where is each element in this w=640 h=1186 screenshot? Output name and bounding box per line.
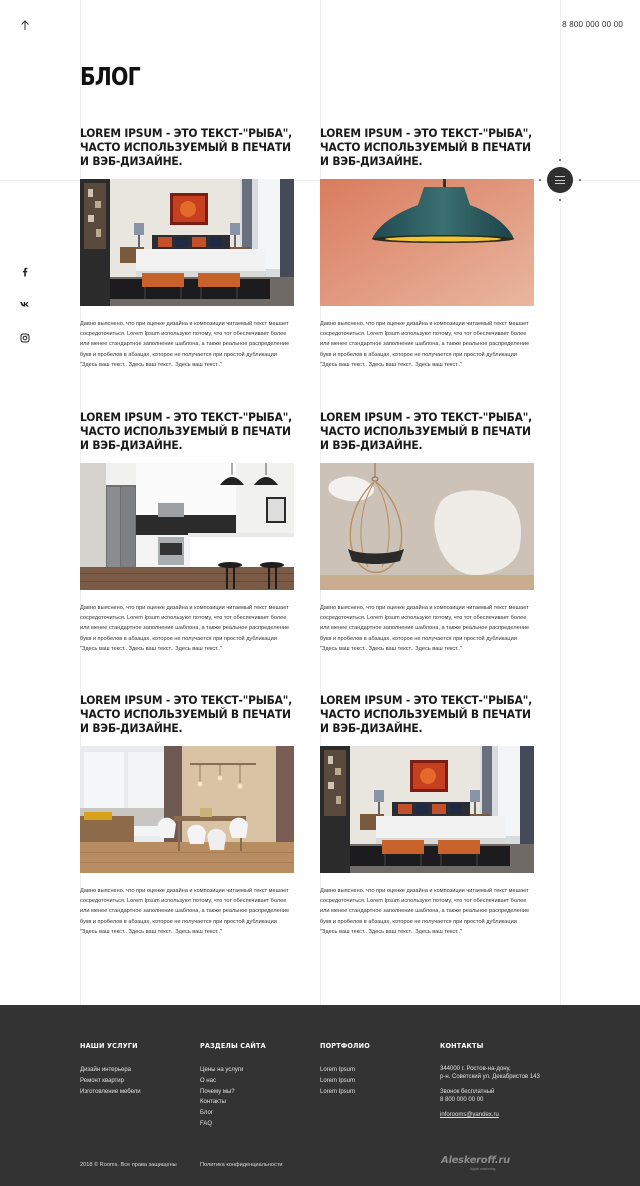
- developer-logo[interactable]: Aleskeroff.ru: [441, 1155, 510, 1166]
- privacy-policy-link[interactable]: Политика конфиденциальности: [200, 1162, 283, 1168]
- post-title[interactable]: LOREM IPSUM - ЭТО ТЕКСТ-"РЫБА", ЧАСТО ИС…: [80, 693, 294, 739]
- post-excerpt: Давно выяснено, что при оценке дизайна и…: [320, 321, 530, 368]
- footer-link[interactable]: Почему мы?: [200, 1087, 273, 1098]
- post-title[interactable]: LOREM IPSUM - ЭТО ТЕКСТ-"РЫБА", ЧАСТО ИС…: [80, 126, 294, 172]
- footer-address: р-н. Советский ул. Декабристов 143: [440, 1074, 540, 1080]
- menu-decor-dot: [579, 179, 581, 181]
- footer-contacts: КОНТАКТЫ 344000 г. Ростов-на-дону, р-н. …: [440, 1041, 540, 1119]
- footer-heading: РАЗДЕЛЫ САЙТА: [200, 1041, 266, 1050]
- footer-link[interactable]: FAQ: [200, 1119, 273, 1130]
- footer-email[interactable]: inforooms@yandex.ru: [440, 1111, 540, 1119]
- blog-post[interactable]: LOREM IPSUM - ЭТО ТЕКСТ-"РЫБА", ЧАСТО ИС…: [80, 693, 294, 935]
- footer-link[interactable]: Lorem Ipsum: [320, 1065, 375, 1076]
- footer-heading: КОНТАКТЫ: [440, 1041, 484, 1050]
- menu-decor-dot: [559, 199, 561, 201]
- post-title[interactable]: LOREM IPSUM - ЭТО ТЕКСТ-"РЫБА", ЧАСТО ИС…: [320, 126, 534, 172]
- footer-sections: РАЗДЕЛЫ САЙТА Цены на услуги О нас Почем…: [200, 1041, 273, 1130]
- footer-link[interactable]: Ремонт квартир: [80, 1076, 144, 1087]
- blog-post[interactable]: LOREM IPSUM - ЭТО ТЕКСТ-"РЫБА", ЧАСТО ИС…: [80, 410, 294, 652]
- post-title[interactable]: LOREM IPSUM - ЭТО ТЕКСТ-"РЫБА", ЧАСТО ИС…: [320, 410, 534, 456]
- menu-button[interactable]: [547, 167, 573, 193]
- hamburger-line: [555, 176, 565, 177]
- footer-link[interactable]: Изготовление мебели: [80, 1087, 144, 1098]
- post-title[interactable]: LOREM IPSUM - ЭТО ТЕКСТ-"РЫБА", ЧАСТО ИС…: [80, 410, 294, 456]
- facebook-icon[interactable]: [20, 264, 30, 277]
- post-excerpt: Давно выяснено, что при оценке дизайна и…: [80, 605, 290, 652]
- header-phone[interactable]: 8 800 000 00 00: [562, 20, 623, 29]
- footer-link[interactable]: Блог: [200, 1108, 273, 1119]
- footer-address: 344000 г. Ростов-на-дону,: [440, 1066, 511, 1072]
- footer-link[interactable]: Lorem Ipsum: [320, 1087, 375, 1098]
- post-title[interactable]: LOREM IPSUM - ЭТО ТЕКСТ-"РЫБА", ЧАСТО ИС…: [320, 693, 534, 739]
- footer-link[interactable]: Lorem Ipsum: [320, 1076, 375, 1087]
- footer-link[interactable]: О нас: [200, 1076, 273, 1087]
- footer: НАШИ УСЛУГИ Дизайн интерьера Ремонт квар…: [0, 1005, 640, 1186]
- footer-link[interactable]: Дизайн интерьера: [80, 1065, 144, 1076]
- footer-link[interactable]: Цены на услуги: [200, 1065, 273, 1076]
- menu-decor-dot: [559, 159, 561, 161]
- post-excerpt: Давно выяснено, что при оценке дизайна и…: [320, 888, 530, 935]
- post-image-bedroom[interactable]: [80, 179, 294, 306]
- blog-post[interactable]: LOREM IPSUM - ЭТО ТЕКСТ-"РЫБА", ЧАСТО ИС…: [320, 693, 534, 935]
- post-excerpt: Давно выяснено, что при оценке дизайна и…: [320, 605, 530, 652]
- footer-heading: НАШИ УСЛУГИ: [80, 1041, 138, 1050]
- instagram-icon[interactable]: [20, 330, 30, 343]
- page-title: БЛОГ: [80, 62, 141, 91]
- hamburger-line: [555, 179, 565, 181]
- footer-link[interactable]: Контакты: [200, 1097, 273, 1108]
- post-image-kitchen[interactable]: [80, 463, 294, 590]
- blog-post[interactable]: LOREM IPSUM - ЭТО ТЕКСТ-"РЫБА", ЧАСТО ИС…: [80, 126, 294, 368]
- blog-post[interactable]: LOREM IPSUM - ЭТО ТЕКСТ-"РЫБА", ЧАСТО ИС…: [320, 410, 534, 652]
- blog-post[interactable]: LOREM IPSUM - ЭТО ТЕКСТ-"РЫБА", ЧАСТО ИС…: [320, 126, 534, 368]
- footer-services: НАШИ УСЛУГИ Дизайн интерьера Ремонт квар…: [80, 1041, 144, 1097]
- menu-decor-dot: [539, 179, 541, 181]
- footer-portfolio: ПОРТФОЛИО Lorem Ipsum Lorem Ipsum Lorem …: [320, 1041, 375, 1097]
- footer-phone[interactable]: 8 800 000 00 00: [440, 1096, 540, 1104]
- post-excerpt: Давно выяснено, что при оценке дизайна и…: [80, 888, 290, 935]
- post-image-dining-room[interactable]: [80, 746, 294, 873]
- post-image-hanging-chair[interactable]: [320, 463, 534, 590]
- scroll-up-arrow-icon[interactable]: [18, 18, 32, 32]
- post-image-bedroom[interactable]: [320, 746, 534, 873]
- post-excerpt: Давно выяснено, что при оценке дизайна и…: [80, 321, 290, 368]
- hamburger-line: [555, 183, 565, 184]
- footer-heading: ПОРТФОЛИО: [320, 1041, 370, 1050]
- copyright: 2018 © Rooms. Все права защищены: [80, 1162, 177, 1168]
- grid-line: [560, 0, 561, 1005]
- footer-phone-label: Звонок бесплатный: [440, 1089, 495, 1095]
- vk-icon[interactable]: [20, 296, 30, 307]
- developer-tagline: digital marketing: [470, 1167, 496, 1171]
- post-image-lamp[interactable]: [320, 179, 534, 306]
